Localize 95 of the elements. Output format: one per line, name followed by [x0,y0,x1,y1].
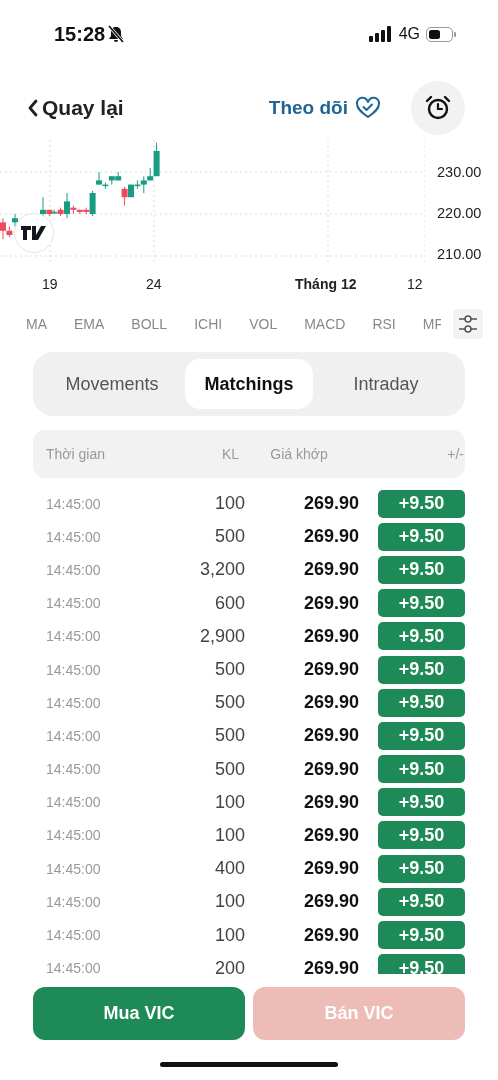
change-badge: +9.50 [378,821,465,850]
volume-cell-text: 200 [213,957,245,974]
network-label: 4G [398,25,420,43]
tab[interactable]: Matchings [185,359,313,409]
price-cell-text: 269.90 [302,924,359,946]
price-cell-text: 269.90 [302,493,359,515]
price-cell-text: 269.90 [302,625,359,647]
volume-cell-text: 500 [213,526,245,548]
indicator-tab[interactable]: ICHI [194,316,223,332]
change-badge: +9.50 [378,954,465,974]
time-cell-text: 14:45:00 [46,761,102,778]
column-header: Giá khớp [269,446,329,462]
settings-button[interactable] [453,309,483,339]
tab[interactable]: Movements [39,359,185,409]
column-header: Thời gian [46,446,106,462]
column-header: KL [220,446,239,462]
price-cell-text: 269.90 [302,824,359,846]
volume-cell-text: 100 [213,824,245,846]
clock: 15:28 [54,22,106,46]
buy-button[interactable]: Mua VIC [33,987,245,1040]
axis-label: 220.00 [437,204,482,222]
price-cell-text: 269.90 [302,659,359,681]
column-header: +/- [446,446,464,462]
time-cell-text: 14:45:00 [46,694,102,711]
change-badge: +9.50 [378,854,465,883]
change-badge: +9.50 [378,721,465,750]
indicator-tab[interactable]: BOLL [131,316,168,332]
volume-cell-text: 3,200 [198,559,245,581]
axis-label: 210.00 [437,245,482,263]
change-badge: +9.50 [378,589,465,618]
volume-cell-text: 500 [213,725,245,747]
axis-label: 19 [42,276,58,292]
time-cell-text: 14:45:00 [46,893,102,910]
change-badge: +9.50 [378,522,465,551]
axis-label: 12 [407,276,423,292]
change-badge: +9.50 [378,688,465,717]
time-cell-text: 14:45:00 [46,727,102,744]
volume-cell-text: 100 [213,891,245,913]
time-cell-text: 14:45:00 [46,495,102,512]
price-cell-text: 269.90 [302,559,359,581]
indicator-tab[interactable]: VOL [249,316,278,332]
time-cell-text: 14:45:00 [46,794,102,811]
indicator-tab[interactable]: MACD [304,316,346,332]
price-cell-text: 269.90 [302,592,359,614]
volume-cell-text: 500 [213,758,245,780]
signal-icon [368,26,393,42]
price-cell-text: 269.90 [302,891,359,913]
time-cell-text: 14:45:00 [46,827,102,844]
axis-label: 230.00 [437,163,482,181]
volume-cell-text: 600 [213,592,245,614]
volume-cell-text: 100 [213,924,245,946]
price-cell-text: 269.90 [302,957,359,974]
volume-cell-text: 400 [213,858,245,880]
sliders-icon [458,313,478,335]
change-badge: +9.50 [378,755,465,784]
price-cell-text: 269.90 [302,858,359,880]
price-cell-text: 269.90 [302,725,359,747]
price-cell-text: 269.90 [302,791,359,813]
change-badge: +9.50 [378,887,465,916]
logo-mark-icon [21,226,47,240]
volume-cell-text: 100 [213,791,245,813]
price-cell-text: 269.90 [302,692,359,714]
indicator-tab[interactable]: RSI [372,316,396,332]
tab[interactable]: Intraday [313,359,459,409]
time-cell-text: 14:45:00 [46,561,102,578]
change-badge: +9.50 [378,921,465,950]
axis-label: Tháng 12 [295,276,357,292]
time-cell-text: 14:45:00 [46,628,102,645]
volume-cell-text: 2,900 [198,625,245,647]
muted-bell-icon [108,25,125,43]
chevron-left-icon [28,99,38,117]
change-badge: +9.50 [378,489,465,518]
battery-icon [426,26,456,42]
volume-cell-text: 500 [213,692,245,714]
volume-cell-text: 100 [213,493,245,515]
time-cell-text: 14:45:00 [46,960,102,974]
time-cell-text: 14:45:00 [46,528,102,545]
change-badge: +9.50 [378,555,465,584]
price-cell-text: 269.90 [302,758,359,780]
change-badge: +9.50 [378,788,465,817]
change-badge: +9.50 [378,622,465,651]
follow-button[interactable]: Theo dõi [268,96,381,120]
indicator-tab[interactable]: MA [26,316,47,332]
heart-check-icon [355,96,381,120]
back-link[interactable]: Quay lại [28,96,124,120]
time-cell-text: 14:45:00 [46,595,102,612]
axis-label: 24 [146,276,162,292]
indicator-tab[interactable]: EMA [74,316,105,332]
volume-cell-text: 500 [213,659,245,681]
change-badge: +9.50 [378,655,465,684]
alarm-clock-icon [425,95,451,121]
time-cell-text: 14:45:00 [46,661,102,678]
time-cell-text: 14:45:00 [46,927,102,944]
price-cell-text: 269.90 [302,526,359,548]
time-cell-text: 14:45:00 [46,860,102,877]
